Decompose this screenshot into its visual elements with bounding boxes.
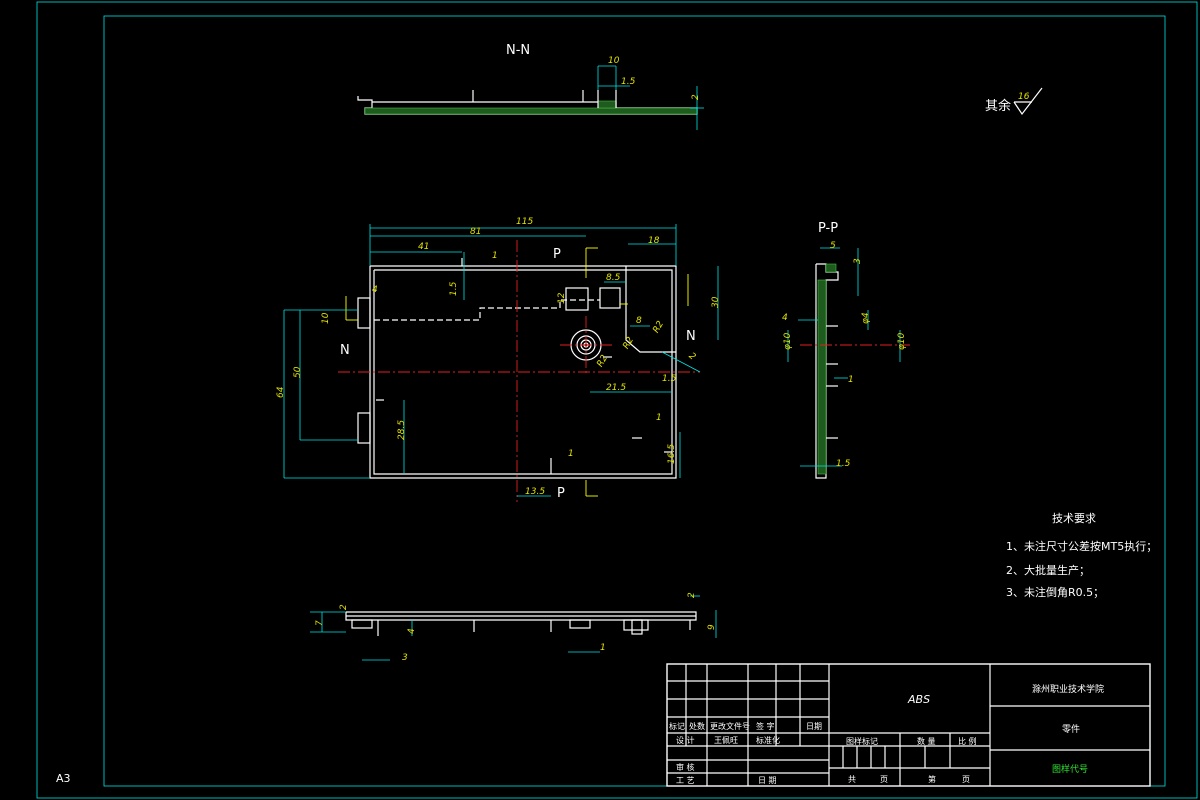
dim-8: 8 xyxy=(636,316,642,326)
tb-rev-doc: 更改文件号 xyxy=(710,721,750,731)
surface-finish-value: 16 xyxy=(1018,92,1030,102)
tb-material: ABS xyxy=(907,693,930,706)
dim-30: 30 xyxy=(711,296,721,308)
section-mark-p-bottom: P xyxy=(557,486,565,501)
section-mark-n-left: N xyxy=(340,343,350,358)
pp-dim-4: 4 xyxy=(782,313,788,323)
tech-item-3: 3、未注倒角R0.5； xyxy=(1006,585,1104,599)
pp-dim-phi4: φ4 xyxy=(861,312,871,324)
nn-section-view: N-N 10 1.5 2 xyxy=(357,43,704,130)
dim-12: 12 xyxy=(557,292,567,304)
dim-r02: 2 xyxy=(686,351,697,363)
dim-16-5: 16.5 xyxy=(667,444,677,464)
tech-title: 技术要求 xyxy=(1052,512,1096,525)
pp-dim-phi10-right: φ10 xyxy=(897,332,907,350)
drawing-sheet: N-N 10 1.5 2 其余 16 P P N N 115 81 41 18 … xyxy=(36,1,1198,799)
dim-64: 64 xyxy=(276,386,286,398)
tb-school: 滁州职业技术学院 xyxy=(1032,683,1104,695)
dim-115: 115 xyxy=(516,217,533,227)
dim-50: 50 xyxy=(293,366,303,378)
surface-finish-note: 其余 16 xyxy=(985,87,1043,116)
tb-design: 设 计 xyxy=(676,735,695,745)
surface-finish-text: 其余 xyxy=(985,98,1011,114)
dim-1-right: 1 xyxy=(656,413,662,423)
bv-dim-2-left: 2 xyxy=(339,604,349,610)
dim-18: 18 xyxy=(648,236,660,246)
dim-1-5-right: 1.5 xyxy=(662,374,677,384)
tb-standardization: 标准化 xyxy=(756,735,780,745)
dim-81: 81 xyxy=(470,227,481,237)
bv-dim-2-right: 2 xyxy=(687,592,697,598)
dim-1-5-left: 1.5 xyxy=(449,281,459,296)
dim-41: 41 xyxy=(418,242,429,252)
tb-stage-mark: 图样标记 xyxy=(846,736,878,746)
dim-1-bottom: 1 xyxy=(568,449,574,459)
bv-dim-1: 1 xyxy=(600,643,606,653)
tb-drawing-code: 图样代号 xyxy=(1052,763,1088,775)
dim-1-top: 1 xyxy=(492,251,498,261)
tech-item-2: 2、大批量生产； xyxy=(1006,563,1090,577)
pp-view-label: P-P xyxy=(818,221,838,236)
dim-28-5: 28.5 xyxy=(397,420,407,440)
tech-item-1: 1、未注尺寸公差按MT5执行； xyxy=(1006,539,1157,553)
tb-process: 工 艺 xyxy=(676,776,695,785)
tb-rev-sign: 签 字 xyxy=(756,721,775,731)
tb-sheet-no: 第 xyxy=(928,774,936,784)
title-block: ABS 滁州职业技术学院 零件 图样代号 标记 处数 更改文件号 签 字 日期 … xyxy=(666,663,1151,787)
tb-rev-date: 日期 xyxy=(806,722,822,731)
nn-view-label: N-N xyxy=(506,43,530,58)
tb-pages-1: 页 xyxy=(880,775,888,784)
pp-dim-1-5: 1.5 xyxy=(836,459,851,469)
dim-r2-c: R2 xyxy=(621,335,636,351)
dim-8-5: 8.5 xyxy=(606,273,621,283)
tb-rev-mark: 标记 xyxy=(669,721,685,731)
bottom-side-view: 2 7 4 3 1 9 2 xyxy=(310,592,717,663)
tb-check: 审 核 xyxy=(676,762,695,772)
dim-4: 4 xyxy=(372,285,378,295)
bv-dim-7: 7 xyxy=(315,620,325,626)
tb-designer: 王佩旺 xyxy=(714,736,738,745)
pp-dim-5: 5 xyxy=(830,241,836,251)
pp-dim-1: 1 xyxy=(848,375,854,385)
section-mark-n-right: N xyxy=(686,329,696,344)
outer-frame xyxy=(36,1,1198,799)
pp-dim-phi10-left: φ10 xyxy=(783,332,793,350)
tb-date: 日 期 xyxy=(758,776,777,785)
nn-dim-10: 10 xyxy=(608,56,620,66)
inner-frame xyxy=(103,15,1166,787)
section-mark-p-top: P xyxy=(553,247,561,262)
bv-dim-9: 9 xyxy=(707,624,717,630)
dim-10: 10 xyxy=(321,312,331,324)
nn-dim-2: 2 xyxy=(691,94,701,100)
pp-dim-3: 3 xyxy=(853,258,863,264)
pp-section-view: P-P 5 3 4 φ4 φ10 φ10 1 1.5 xyxy=(782,221,910,479)
dim-21-5: 21.5 xyxy=(606,383,626,393)
tb-rev-count: 处数 xyxy=(689,721,705,731)
bv-dim-3: 3 xyxy=(402,653,408,663)
tb-pages-2: 页 xyxy=(962,775,970,784)
tb-quantity: 数 量 xyxy=(917,736,936,746)
dim-r2-a: R2 xyxy=(651,319,666,335)
dim-13-5: 13.5 xyxy=(525,487,545,497)
nn-dim-1-5: 1.5 xyxy=(621,77,636,87)
tech-requirements: 技术要求 1、未注尺寸公差按MT5执行； 2、大批量生产； 3、未注倒角R0.5… xyxy=(1006,512,1157,599)
tb-scale: 比 例 xyxy=(958,736,977,746)
bv-dim-4: 4 xyxy=(407,628,417,634)
tb-part: 零件 xyxy=(1062,723,1080,735)
tb-total: 共 xyxy=(848,775,856,784)
sheet-size: A3 xyxy=(56,772,71,785)
dim-r2-b: R2 xyxy=(595,353,610,369)
main-plan-view: P P N N 115 81 41 18 1 4 10 1.5 50 64 28… xyxy=(276,217,721,502)
